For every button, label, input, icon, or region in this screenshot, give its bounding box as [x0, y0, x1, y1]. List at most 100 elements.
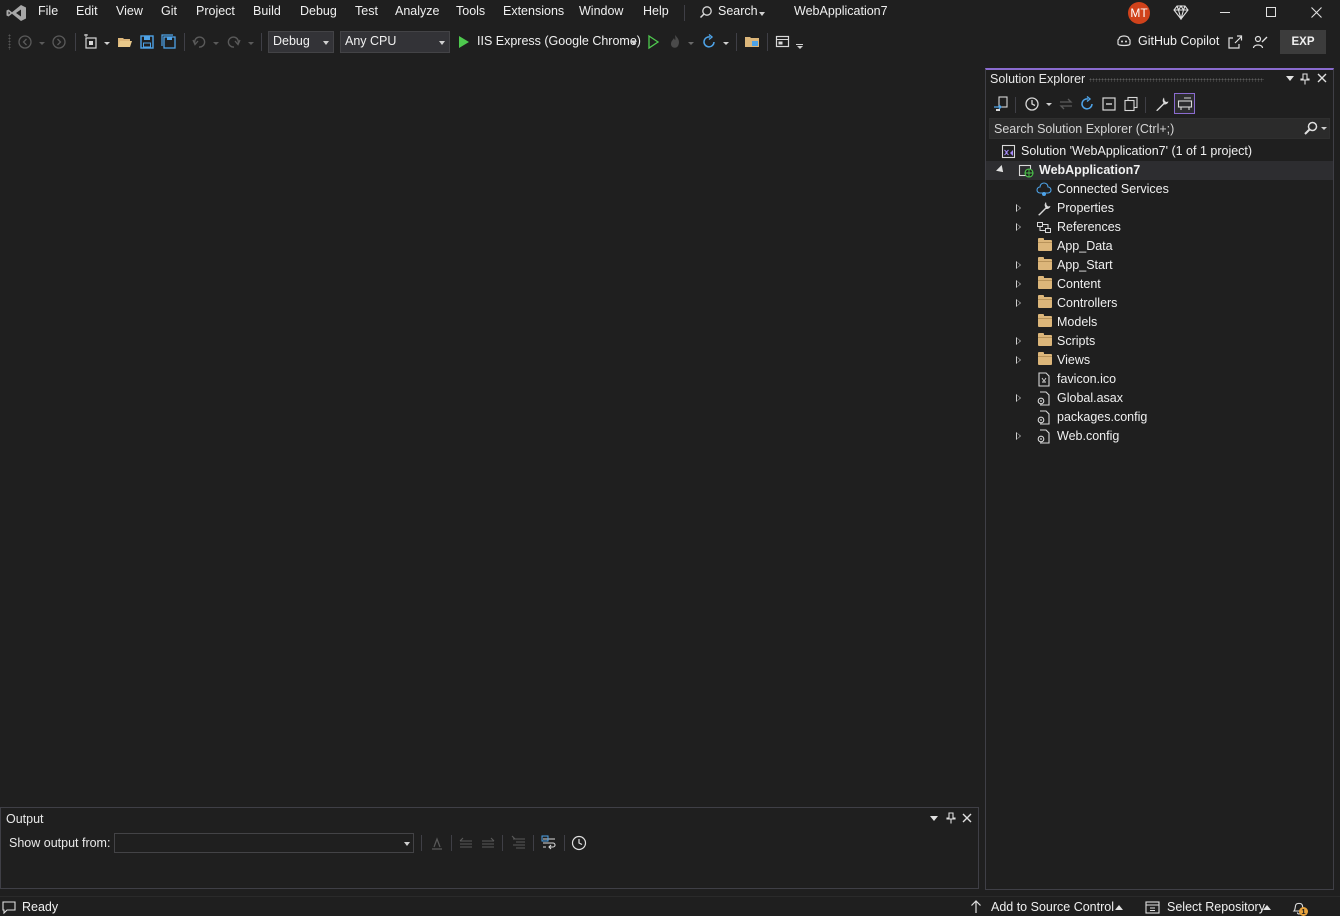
new-project-icon[interactable] — [83, 34, 99, 50]
search-input[interactable] — [994, 121, 1294, 137]
github-copilot-button[interactable]: GitHub Copilot — [1114, 32, 1224, 52]
menu-tools[interactable]: Tools — [456, 4, 485, 18]
pin-icon[interactable] — [946, 812, 956, 824]
switch-views-icon[interactable] — [993, 96, 1009, 112]
search-icon[interactable] — [1304, 121, 1318, 135]
toolbar-overflow-arrow-icon[interactable] — [797, 46, 803, 49]
panel-drag-grip[interactable] — [1089, 78, 1264, 82]
tree-row-web-config[interactable]: Web.config — [986, 427, 1333, 446]
diamond-icon[interactable] — [1173, 5, 1189, 20]
avatar[interactable]: MT — [1128, 2, 1150, 24]
save-all-icon[interactable] — [161, 34, 177, 50]
start-without-debugging-icon[interactable] — [645, 34, 661, 50]
menu-test[interactable]: Test — [355, 4, 378, 18]
expand-arrow-icon[interactable] — [1016, 356, 1021, 364]
tree-row-solution[interactable]: Solution 'WebApplication7' (1 of 1 proje… — [986, 142, 1333, 161]
menu-analyze[interactable]: Analyze — [395, 4, 439, 18]
exp-badge[interactable]: EXP — [1280, 30, 1326, 54]
menu-extensions[interactable]: Extensions — [503, 4, 564, 18]
preview-selected-items-button[interactable] — [1174, 93, 1195, 114]
refresh-icon[interactable] — [1079, 96, 1095, 112]
select-repository-button[interactable]: Select Repository — [1143, 897, 1273, 916]
expand-arrow-icon[interactable] — [1016, 261, 1021, 269]
platform-dropdown[interactable]: Any CPU — [340, 31, 450, 53]
timestamp-clock-icon[interactable] — [571, 835, 587, 851]
expand-arrow-icon[interactable] — [1016, 204, 1021, 212]
search-button[interactable]: Search — [697, 3, 769, 23]
hot-reload-icon[interactable] — [667, 34, 683, 50]
share-icon[interactable] — [1227, 34, 1243, 50]
tree-row-app-start[interactable]: App_Start — [986, 256, 1333, 275]
next-message-icon[interactable] — [480, 835, 496, 851]
redo-dropdown-icon[interactable] — [248, 42, 254, 45]
start-debugging-button[interactable]: IIS Express (Google Chrome) — [455, 31, 641, 53]
menu-build[interactable]: Build — [253, 4, 281, 18]
window-layout-icon[interactable] — [775, 34, 791, 50]
tree-row-controllers[interactable]: Controllers — [986, 294, 1333, 313]
maximize-button[interactable] — [1248, 0, 1294, 26]
find-message-in-code-icon[interactable] — [429, 835, 445, 851]
menu-edit[interactable]: Edit — [76, 4, 98, 18]
expand-arrow-icon[interactable] — [1016, 299, 1021, 307]
sync-with-document-icon[interactable] — [1058, 96, 1074, 112]
toolbar-overflow-icon[interactable] — [796, 44, 803, 45]
configuration-dropdown[interactable]: Debug — [268, 31, 334, 53]
menu-help[interactable]: Help — [643, 4, 669, 18]
minimize-button[interactable] — [1202, 0, 1248, 26]
collapse-arrow-icon[interactable] — [996, 165, 1006, 175]
tree-row-models[interactable]: Models — [986, 313, 1333, 332]
menu-view[interactable]: View — [116, 4, 143, 18]
undo-icon[interactable] — [191, 34, 207, 50]
expand-arrow-icon[interactable] — [1016, 280, 1021, 288]
navigate-back-icon[interactable] — [17, 34, 33, 50]
tree-row-favicon-ico[interactable]: favicon.ico — [986, 370, 1333, 389]
tree-row-project[interactable]: WebApplication7 — [986, 161, 1333, 180]
feedback-icon[interactable] — [1252, 34, 1268, 50]
navigate-forward-icon[interactable] — [51, 34, 67, 50]
redo-icon[interactable] — [226, 34, 242, 50]
menu-file[interactable]: File — [38, 4, 58, 18]
output-message-icon[interactable] — [2, 901, 16, 914]
pin-icon[interactable] — [1300, 73, 1310, 85]
tree-row-app-data[interactable]: App_Data — [986, 237, 1333, 256]
window-position-icon[interactable] — [930, 816, 938, 821]
menu-window[interactable]: Window — [579, 4, 623, 18]
new-item-dropdown-icon[interactable] — [104, 42, 110, 45]
output-source-dropdown[interactable] — [114, 833, 414, 853]
menu-project[interactable]: Project — [196, 4, 235, 18]
solution-explorer-search[interactable] — [989, 118, 1330, 139]
toolbar-grip[interactable] — [8, 34, 11, 50]
properties-wrench-icon[interactable] — [1154, 96, 1170, 112]
tree-row-properties[interactable]: Properties — [986, 199, 1333, 218]
tree-row-references[interactable]: References — [986, 218, 1333, 237]
tree-row-connected-services[interactable]: Connected Services — [986, 180, 1333, 199]
undo-dropdown-icon[interactable] — [213, 42, 219, 45]
expand-arrow-icon[interactable] — [1016, 337, 1021, 345]
close-button[interactable] — [1294, 0, 1340, 26]
close-panel-icon[interactable] — [1317, 73, 1327, 83]
back-dropdown-icon[interactable] — [39, 42, 45, 45]
window-position-icon[interactable] — [1286, 76, 1294, 81]
expand-arrow-icon[interactable] — [1016, 394, 1021, 402]
browser-link-dropdown-icon[interactable] — [723, 42, 729, 45]
expand-arrow-icon[interactable] — [1016, 223, 1021, 231]
folder-view-icon[interactable] — [744, 34, 760, 50]
show-all-files-icon[interactable] — [1123, 96, 1139, 112]
hot-reload-dropdown-icon[interactable] — [688, 42, 694, 45]
notifications-button[interactable]: 1 — [1290, 897, 1314, 916]
pending-changes-filter-icon[interactable] — [1024, 96, 1040, 112]
search-options-dropdown-icon[interactable] — [1321, 127, 1327, 130]
clear-all-icon[interactable] — [511, 835, 527, 851]
toggle-word-wrap-icon[interactable] — [541, 835, 557, 851]
save-icon[interactable] — [139, 34, 155, 50]
add-to-source-control-button[interactable]: Add to Source Control — [968, 897, 1128, 916]
chevron-down-icon[interactable] — [1046, 103, 1052, 106]
previous-message-icon[interactable] — [458, 835, 474, 851]
expand-arrow-icon[interactable] — [1016, 432, 1021, 440]
tree-row-content[interactable]: Content — [986, 275, 1333, 294]
open-folder-icon[interactable] — [117, 34, 133, 50]
menu-debug[interactable]: Debug — [300, 4, 337, 18]
refresh-browser-icon[interactable] — [701, 34, 717, 50]
menu-git[interactable]: Git — [161, 4, 177, 18]
tree-row-views[interactable]: Views — [986, 351, 1333, 370]
